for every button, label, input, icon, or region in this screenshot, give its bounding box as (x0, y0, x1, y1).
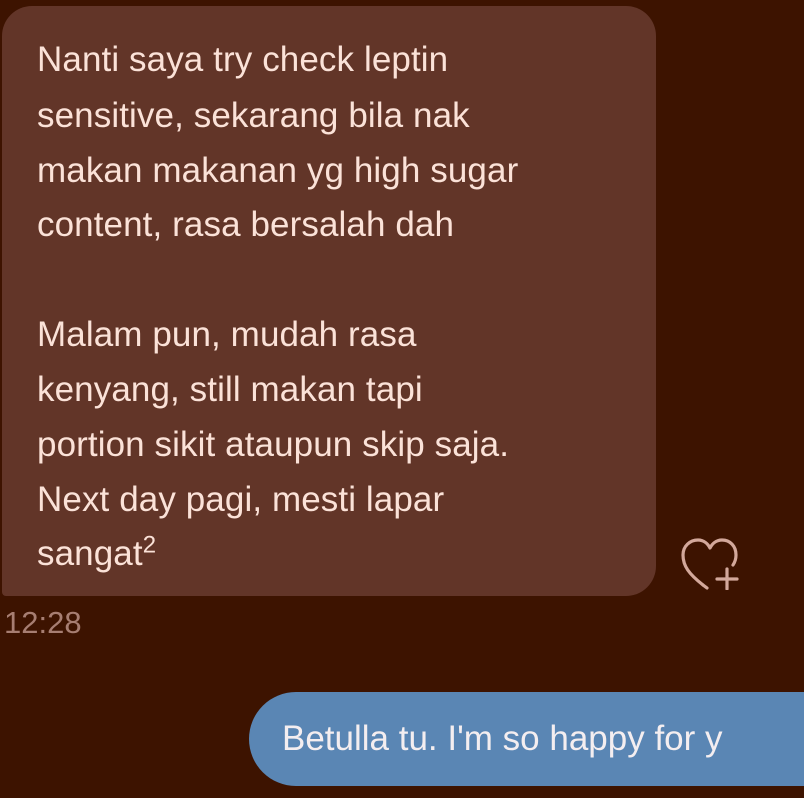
sent-message-bubble[interactable]: Betulla tu. I'm so happy for y (249, 692, 804, 786)
message-line: makan makanan yg high sugar (37, 151, 519, 190)
like-button[interactable] (681, 538, 741, 591)
message-line: portion sikit ataupun skip saja. (37, 425, 510, 464)
sent-message-text: Betulla tu. I'm so happy for y (282, 719, 723, 758)
message-line: kenyang, still makan tapi (37, 370, 423, 409)
sent-message-clip: Betulla tu. I'm so happy for y (249, 692, 804, 786)
message-line: Malam pun, mudah rasa (37, 315, 417, 354)
superscript: 2 (142, 531, 157, 559)
message-line: Next day pagi, mesti lapar (37, 480, 445, 519)
message-text: sangat (37, 534, 143, 573)
message-line: Nanti saya try check leptin (37, 40, 449, 79)
message-timestamp: 12:28 (4, 605, 82, 640)
message-line: content, rasa bersalah dah (37, 205, 455, 244)
message-line: sensitive, sekarang bila nak (37, 96, 470, 135)
chat-screen: Nanti saya try check leptin sensitive, s… (0, 0, 804, 798)
message-line-last: sangat2 (37, 531, 157, 574)
heart-plus-icon (681, 538, 739, 591)
received-message-bubble[interactable]: Nanti saya try check leptin sensitive, s… (2, 6, 656, 596)
